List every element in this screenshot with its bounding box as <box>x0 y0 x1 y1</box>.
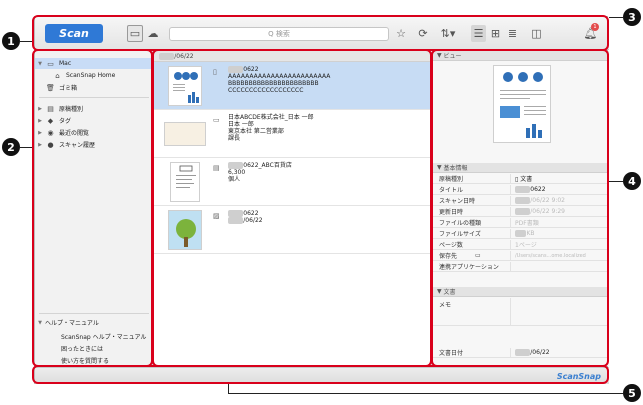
highlight-document-list <box>152 49 432 367</box>
highlight-sidebar <box>32 49 153 367</box>
highlight-detail-panel <box>431 49 609 367</box>
highlight-toolbar <box>32 15 609 51</box>
leader-5 <box>228 393 623 394</box>
callout-5: 5 <box>623 384 641 402</box>
callout-4: 4 <box>623 172 641 190</box>
callout-3: 3 <box>623 8 641 26</box>
callout-2: 2 <box>2 138 20 156</box>
callout-1: 1 <box>2 32 20 50</box>
highlight-status-bar <box>32 365 609 384</box>
manual-figure: 1 2 3 4 5 Scan ▭ ☁ Q 検索 ☆ ⟳ ⇅▾ ☰ ⊞ ≣ ◫ 🔔… <box>0 0 643 405</box>
